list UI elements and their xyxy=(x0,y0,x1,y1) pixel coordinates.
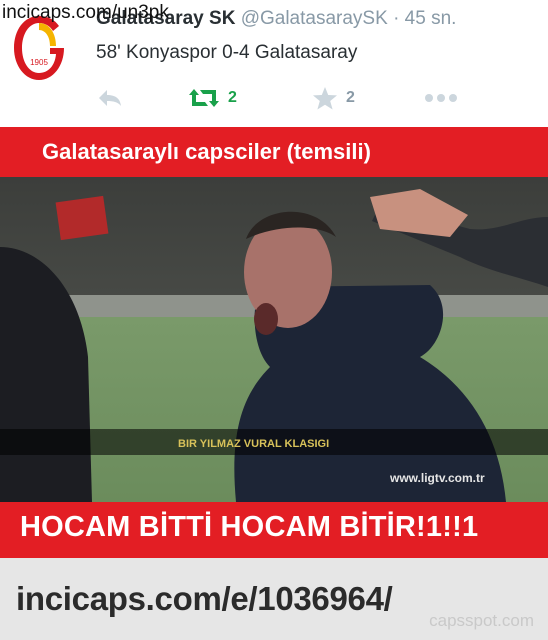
retweet-icon xyxy=(189,89,219,107)
tweet-text: 58' Konyaspor 0-4 Galatasaray xyxy=(96,42,358,63)
source-watermark: incicaps.com/un3pk xyxy=(2,2,169,23)
match-photo: BIR YILMAZ VURAL KLASIGI www.ligtv.com.t… xyxy=(0,177,548,502)
reply-icon xyxy=(99,90,121,106)
user-handle[interactable]: @GalatasaraySK xyxy=(241,8,388,29)
tweet-card: 1905 Galatasaray SK @GalatasaraySK · 45 … xyxy=(0,0,548,127)
bottom-caption: HOCAM BİTTİ HOCAM BİTİR!1!!1 xyxy=(20,511,479,543)
star-icon xyxy=(313,87,337,110)
top-caption: Galatasaraylı capsciler (temsili) xyxy=(42,139,371,164)
broadcaster-logo: www.ligtv.com.tr xyxy=(389,471,485,485)
overlay-caption: BIR YILMAZ VURAL KLASIGI xyxy=(178,438,329,450)
retweet-button[interactable]: 2 xyxy=(188,84,237,112)
tweet-time[interactable]: 45 sn. xyxy=(405,8,457,29)
separator-dot: · xyxy=(393,8,400,29)
yes-sign xyxy=(55,195,109,241)
favorite-count: 2 xyxy=(346,89,355,106)
more-dots-icon xyxy=(425,94,457,102)
coach-mouth xyxy=(254,303,278,335)
favorite-button[interactable]: 2 xyxy=(312,84,355,112)
avatar-year: 1905 xyxy=(30,58,48,67)
footer-url[interactable]: incicaps.com/e/1036964/ xyxy=(16,580,393,618)
tweet-actions: 2 2 xyxy=(96,84,536,112)
reply-button[interactable] xyxy=(96,84,124,112)
retweet-count: 2 xyxy=(228,89,237,106)
more-button[interactable] xyxy=(424,84,458,112)
footer-site-watermark: capsspot.com xyxy=(429,611,534,630)
